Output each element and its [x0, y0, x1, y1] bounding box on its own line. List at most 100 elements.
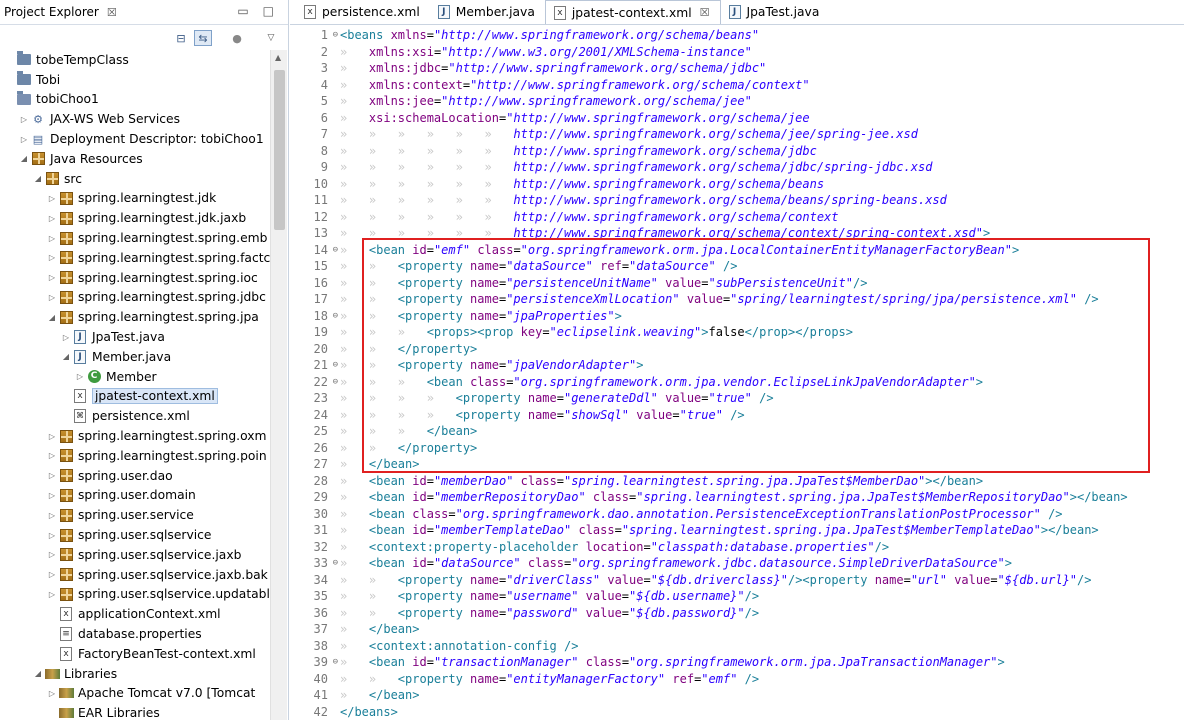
link-with-editor-icon[interactable]: ⇆	[194, 30, 212, 46]
code-line[interactable]: 41» </bean>	[290, 687, 1184, 704]
view-menu-icon[interactable]: ▽	[262, 30, 280, 46]
code-line[interactable]: 7» » » » » » http://www.springframework.…	[290, 126, 1184, 143]
collapse-all-icon[interactable]: ⊟	[172, 30, 190, 46]
scrollbar-thumb[interactable]	[274, 70, 285, 230]
collapsed-arrow-icon[interactable]: ▷	[46, 214, 58, 223]
minimize-icon[interactable]: ▭	[237, 4, 248, 18]
tree-item[interactable]: ◢ Libraries	[0, 664, 270, 684]
editor-tab[interactable]: J JpaTest.java	[721, 0, 830, 24]
tree-item[interactable]: ▷ ⚙ JAX-WS Web Services	[0, 109, 270, 129]
tree-item[interactable]: x applicationContext.xml	[0, 604, 270, 624]
tree-item[interactable]: ▷ spring.learningtest.spring.ioc	[0, 268, 270, 288]
code-line[interactable]: 33» <bean id="dataSource" class="org.spr…	[290, 555, 1184, 572]
code-line[interactable]: 9» » » » » » http://www.springframework.…	[290, 159, 1184, 176]
editor-tab[interactable]: x jpatest-context.xml ☒	[544, 0, 721, 24]
collapsed-arrow-icon[interactable]: ▷	[60, 333, 72, 342]
code-line[interactable]: 39» <bean id="transactionManager" class=…	[290, 654, 1184, 671]
code-line[interactable]: 22» » » <bean class="org.springframework…	[290, 374, 1184, 391]
tree-item[interactable]: tobiChoo1	[0, 90, 270, 110]
close-view-icon[interactable]: ☒	[107, 6, 117, 19]
tree-item[interactable]: ▷ spring.learningtest.jdk.jaxb	[0, 208, 270, 228]
code-line[interactable]: 20» » </property>	[290, 341, 1184, 358]
project-explorer-tab[interactable]: Project Explorer ☒ ▭ □	[0, 0, 288, 25]
code-line[interactable]: 31» <bean id="memberTemplateDao" class="…	[290, 522, 1184, 539]
code-line[interactable]: 40» » <property name="entityManagerFacto…	[290, 671, 1184, 688]
focus-task-icon[interactable]: ●	[228, 30, 246, 46]
tree-item[interactable]: Tobi	[0, 70, 270, 90]
tree-item[interactable]: ▷ spring.learningtest.spring.factc	[0, 248, 270, 268]
collapsed-arrow-icon[interactable]: ▷	[46, 471, 58, 480]
expanded-arrow-icon[interactable]: ◢	[32, 669, 44, 678]
tree-item[interactable]: ▷ spring.learningtest.spring.oxm	[0, 426, 270, 446]
tree-item[interactable]: ▷ C Member	[0, 367, 270, 387]
code-line[interactable]: 17» » <property name="persistenceXmlLoca…	[290, 291, 1184, 308]
collapsed-arrow-icon[interactable]: ▷	[46, 253, 58, 262]
tree-item[interactable]: ▷ spring.learningtest.spring.poin	[0, 446, 270, 466]
tree-item[interactable]: ▷ spring.learningtest.spring.emb	[0, 228, 270, 248]
code-line[interactable]: 27» </bean>	[290, 456, 1184, 473]
tree-item[interactable]: x FactoryBeanTest-context.xml	[0, 644, 270, 664]
tree-item[interactable]: ◢ src	[0, 169, 270, 189]
expanded-arrow-icon[interactable]: ◢	[32, 174, 44, 183]
code-line[interactable]: 38» <context:annotation-config />	[290, 638, 1184, 655]
maximize-icon[interactable]: □	[263, 4, 274, 18]
collapsed-arrow-icon[interactable]: ▷	[74, 372, 86, 381]
tree-item[interactable]: ▷ Apache Tomcat v7.0 [Tomcat	[0, 684, 270, 704]
code-line[interactable]: 1<beans xmlns="http://www.springframewor…	[290, 27, 1184, 44]
collapsed-arrow-icon[interactable]: ▷	[46, 590, 58, 599]
collapsed-arrow-icon[interactable]: ▷	[46, 531, 58, 540]
tree-item[interactable]: x jpatest-context.xml	[0, 387, 270, 407]
collapsed-arrow-icon[interactable]: ▷	[46, 194, 58, 203]
expanded-arrow-icon[interactable]: ◢	[60, 352, 72, 361]
code-line[interactable]: 36» » <property name="password" value="$…	[290, 605, 1184, 622]
code-line[interactable]: 34» » <property name="driverClass" value…	[290, 572, 1184, 589]
editor-tab[interactable]: J Member.java	[430, 0, 545, 24]
tree-item[interactable]: ▷ spring.user.service	[0, 505, 270, 525]
code-line[interactable]: 42 </beans>	[290, 704, 1184, 720]
tree-item[interactable]: ⌘ persistence.xml	[0, 406, 270, 426]
tree-item[interactable]: ◢ J Member.java	[0, 347, 270, 367]
code-line[interactable]: 4» xmlns:context="http://www.springframe…	[290, 77, 1184, 94]
tree-item[interactable]: ▷ spring.user.sqlservice	[0, 525, 270, 545]
close-tab-icon[interactable]: ☒	[700, 6, 710, 19]
xml-source-editor[interactable]: 1<beans xmlns="http://www.springframewor…	[290, 27, 1184, 720]
code-line[interactable]: 13» » » » » » http://www.springframework…	[290, 225, 1184, 242]
code-line[interactable]: 5» xmlns:jee="http://www.springframework…	[290, 93, 1184, 110]
tree-item[interactable]: ◢ spring.learningtest.spring.jpa	[0, 307, 270, 327]
code-line[interactable]: 23» » » » <property name="generateDdl" v…	[290, 390, 1184, 407]
code-line[interactable]: 11» » » » » » http://www.springframework…	[290, 192, 1184, 209]
code-line[interactable]: 30» <bean class="org.springframework.dao…	[290, 506, 1184, 523]
collapsed-arrow-icon[interactable]: ▷	[46, 689, 58, 698]
tree-item[interactable]: ▷ spring.user.sqlservice.jaxb	[0, 545, 270, 565]
code-line[interactable]: 35» » <property name="username" value="$…	[290, 588, 1184, 605]
expanded-arrow-icon[interactable]: ◢	[18, 154, 30, 163]
tree-item[interactable]: ▷ ▤ Deployment Descriptor: tobiChoo1	[0, 129, 270, 149]
collapsed-arrow-icon[interactable]: ▷	[18, 135, 30, 144]
code-line[interactable]: 12» » » » » » http://www.springframework…	[290, 209, 1184, 226]
code-line[interactable]: 32» <context:property-placeholder locati…	[290, 539, 1184, 556]
code-line[interactable]: 10» » » » » » http://www.springframework…	[290, 176, 1184, 193]
code-line[interactable]: 6» xsi:schemaLocation="http://www.spring…	[290, 110, 1184, 127]
collapsed-arrow-icon[interactable]: ▷	[46, 293, 58, 302]
collapsed-arrow-icon[interactable]: ▷	[46, 570, 58, 579]
tree-item[interactable]: ▷ spring.user.dao	[0, 466, 270, 486]
collapsed-arrow-icon[interactable]: ▷	[46, 550, 58, 559]
explorer-scrollbar[interactable]: ▲	[270, 50, 287, 720]
editor-tab[interactable]: x persistence.xml	[296, 0, 430, 24]
code-line[interactable]: 28» <bean id="memberDao" class="spring.l…	[290, 473, 1184, 490]
code-line[interactable]: 2» xmlns:xsi="http://www.w3.org/2001/XML…	[290, 44, 1184, 61]
tree-item[interactable]: tobeTempClass	[0, 50, 270, 70]
tree-item[interactable]: ≡ database.properties	[0, 624, 270, 644]
tree-item[interactable]: ▷ J JpaTest.java	[0, 327, 270, 347]
code-line[interactable]: 16 » » <property name = "persistenceUnitNam…	[290, 275, 1184, 292]
tree-item[interactable]: ▷ spring.user.sqlservice.updatabl	[0, 585, 270, 605]
code-line[interactable]: 19» » » <props><prop key="eclipselink.we…	[290, 324, 1184, 341]
tree-item[interactable]: ◢ Java Resources	[0, 149, 270, 169]
code-line[interactable]: 15» » <property name="dataSource" ref="d…	[290, 258, 1184, 275]
tree-item[interactable]: ▷ spring.user.sqlservice.jaxb.bak	[0, 565, 270, 585]
code-line[interactable]: 26» » </property>	[290, 440, 1184, 457]
code-line[interactable]: 21» » <property name="jpaVendorAdapter">	[290, 357, 1184, 374]
collapsed-arrow-icon[interactable]: ▷	[46, 451, 58, 460]
code-line[interactable]: 24» » » » <property name="showSql" value…	[290, 407, 1184, 424]
code-line[interactable]: 25» » » </bean>	[290, 423, 1184, 440]
